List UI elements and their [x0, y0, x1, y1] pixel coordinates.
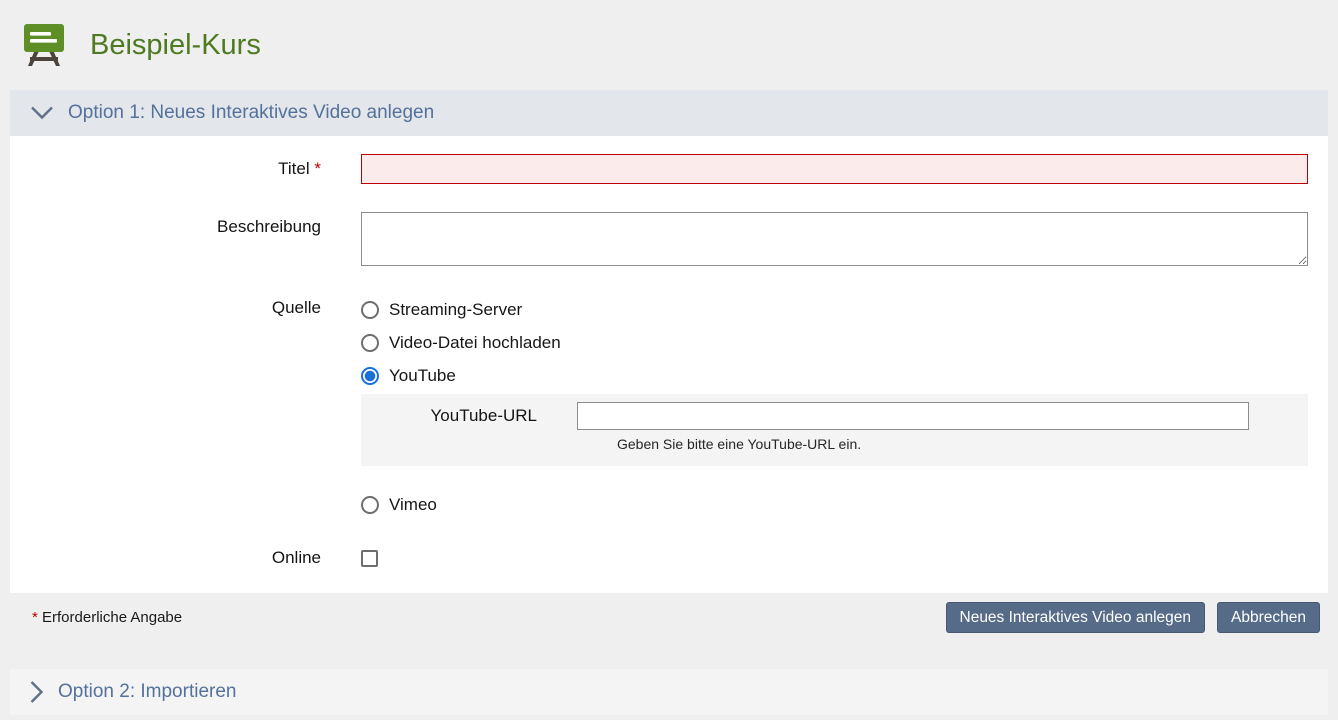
online-checkbox[interactable]	[361, 550, 378, 567]
beschreibung-label: Beschreibung	[10, 212, 321, 242]
quelle-option-vimeo[interactable]: Vimeo	[361, 488, 1308, 521]
page-title: Beispiel-Kurs	[90, 29, 261, 62]
accordion-option2-header[interactable]: Option 2: Importieren	[10, 669, 1328, 715]
accordion-option1-label: Option 1: Neues Interaktives Video anleg…	[68, 102, 434, 124]
vimeo-radio[interactable]	[361, 496, 379, 514]
app-header: Beispiel-Kurs	[0, 0, 1338, 90]
titel-row: Titel *	[10, 154, 1328, 184]
course-board-icon	[22, 22, 66, 68]
beschreibung-row: Beschreibung	[10, 212, 1328, 271]
youtube-radio[interactable]	[361, 367, 379, 385]
quelle-row: Quelle Streaming-Server Video-Datei hoch…	[10, 293, 1328, 521]
required-note-marker: *	[32, 609, 38, 626]
accordion-option2-label: Option 2: Importieren	[58, 681, 236, 703]
youtube-url-hint: Geben Sie bitte eine YouTube-URL ein.	[617, 436, 1308, 452]
new-interactive-video-form: Titel * Beschreibung Quelle Streaming-Se…	[10, 136, 1328, 593]
quelle-option-video-datei[interactable]: Video-Datei hochladen	[361, 326, 1308, 359]
chevron-right-icon	[30, 680, 44, 704]
online-label: Online	[10, 543, 321, 573]
titel-label: Titel *	[10, 154, 321, 184]
quelle-option-youtube[interactable]: YouTube	[361, 359, 1308, 392]
titel-required-marker: *	[314, 159, 321, 178]
required-note-text: Erforderliche Angabe	[42, 609, 182, 626]
streaming-server-label[interactable]: Streaming-Server	[389, 300, 522, 320]
titel-label-text: Titel	[278, 159, 310, 178]
video-datei-radio[interactable]	[361, 334, 379, 352]
youtube-label[interactable]: YouTube	[389, 366, 456, 386]
video-datei-label[interactable]: Video-Datei hochladen	[389, 333, 561, 353]
form-footer: * Erforderliche Angabe Neues Interaktive…	[10, 593, 1328, 633]
submit-button[interactable]: Neues Interaktives Video anlegen	[946, 602, 1206, 633]
cancel-button[interactable]: Abbrechen	[1217, 602, 1320, 633]
titel-input[interactable]	[361, 154, 1308, 184]
online-row: Online	[10, 543, 1328, 573]
chevron-down-icon	[30, 106, 54, 120]
streaming-server-radio[interactable]	[361, 301, 379, 319]
youtube-url-input[interactable]	[577, 402, 1249, 430]
quelle-option-streaming-server[interactable]: Streaming-Server	[361, 293, 1308, 326]
youtube-subpanel: YouTube-URL Geben Sie bitte eine YouTube…	[361, 394, 1308, 466]
youtube-url-label: YouTube-URL	[361, 402, 577, 430]
vimeo-label[interactable]: Vimeo	[389, 495, 437, 515]
required-note: * Erforderliche Angabe	[32, 609, 182, 626]
beschreibung-textarea[interactable]	[361, 212, 1308, 266]
quelle-label: Quelle	[10, 293, 321, 323]
accordion-option1-header[interactable]: Option 1: Neues Interaktives Video anleg…	[10, 90, 1328, 136]
